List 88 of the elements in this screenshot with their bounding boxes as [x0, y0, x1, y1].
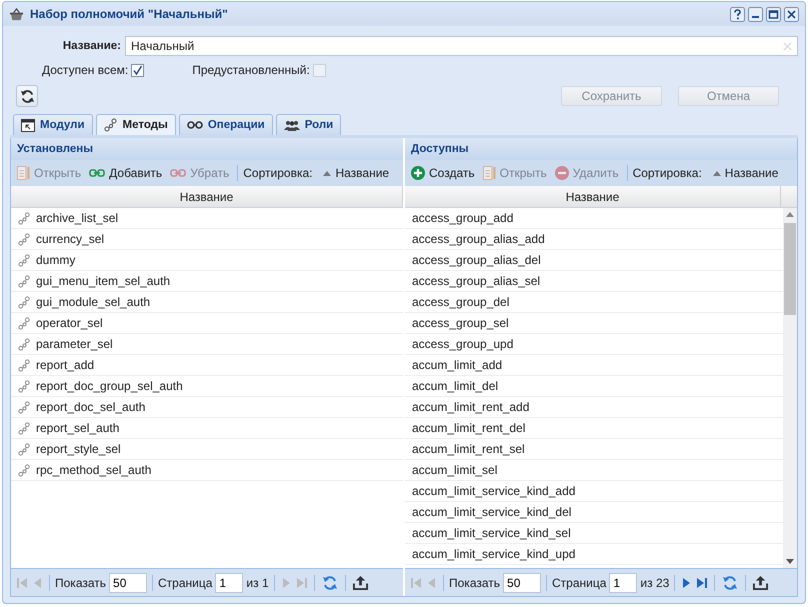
table-row[interactable]: access_group_sel [405, 313, 783, 334]
table-row[interactable]: accum_limit_add [405, 355, 783, 376]
table-row[interactable]: report_add [11, 355, 403, 376]
table-row[interactable]: accum_limit_sel [405, 460, 783, 481]
method-name: dummy [36, 253, 76, 267]
table-row[interactable]: access_group_upd [405, 334, 783, 355]
tab[interactable]: Операции [178, 114, 273, 135]
checkbox-label: Доступен всем: [42, 63, 128, 77]
table-row[interactable]: gui_module_sel_auth [11, 292, 403, 313]
table-row[interactable]: accum_limit_service_kind_sel [405, 523, 783, 544]
column-header[interactable]: Название [11, 186, 403, 207]
page-count: из 23 [640, 576, 670, 590]
table-row[interactable]: report_doc_group_sel_auth [11, 376, 403, 397]
table-row[interactable]: accum_limit_rent_sel [405, 439, 783, 460]
table-row[interactable]: report_sel_auth [11, 418, 403, 439]
method-name: access_group_alias_add [412, 232, 545, 246]
table-row[interactable]: report_doc_sel_auth [11, 397, 403, 418]
checkbox-label: Предустановленный: [192, 63, 310, 77]
method-name: currency_sel [36, 232, 104, 246]
table-row[interactable]: rpc_method_sel_auth [11, 460, 403, 481]
method-name: access_group_add [412, 211, 514, 225]
method-name: gui_menu_item_sel_auth [36, 274, 170, 288]
sort-label: Сортировка: [243, 166, 312, 180]
method-name: accum_limit_sel [412, 463, 498, 477]
method-name: access_group_sel [412, 316, 509, 330]
table-row[interactable]: currency_sel [11, 229, 403, 250]
table-row[interactable]: dummy [11, 250, 403, 271]
method-name: accum_limit_rent_del [412, 421, 526, 435]
method-name: report_add [36, 358, 94, 372]
method-name: rpc_method_sel_auth [36, 463, 152, 477]
page-number-field[interactable]: 1 [215, 572, 244, 592]
panel-title: Установлены [17, 143, 94, 155]
method-name: report_style_sel [36, 442, 121, 456]
table-row[interactable]: archive_list_sel [11, 208, 403, 229]
table-row[interactable]: access_group_del [405, 292, 783, 313]
sort-label: Сортировка: [632, 166, 702, 180]
table-row[interactable]: access_group_alias_add [405, 229, 783, 250]
name-label: Название: [62, 40, 121, 52]
toolbar-button[interactable]: Добавить [86, 164, 166, 182]
method-name: gui_module_sel_auth [36, 295, 150, 309]
table-row[interactable]: access_group_alias_sel [405, 271, 783, 292]
page-size-field[interactable]: 50 [109, 572, 148, 592]
method-name: operator_sel [36, 316, 103, 330]
table-row[interactable]: accum_limit_service_kind_del [405, 502, 783, 523]
table-row[interactable]: accum_limit_service_kind_add [405, 481, 783, 502]
method-name: access_group_upd [412, 337, 514, 351]
table-row[interactable]: operator_sel [11, 313, 403, 334]
window-title: Набор полномочий "Начальный" [30, 7, 228, 21]
tab[interactable]: Модули [13, 114, 93, 135]
method-name: report_sel_auth [36, 421, 120, 435]
method-name: accum_limit_service_kind_sel [412, 526, 571, 540]
page-size-label: Показать [449, 576, 500, 590]
method-name: accum_limit_rent_add [412, 400, 530, 414]
table-row[interactable]: access_group_alias_del [405, 250, 783, 271]
table-row[interactable]: access_group_add [405, 208, 783, 229]
sort-button[interactable]: Название [710, 164, 782, 182]
page-number-field[interactable]: 1 [609, 572, 638, 592]
table-row[interactable]: accum_limit_rent_del [405, 418, 783, 439]
method-name: access_group_del [412, 295, 510, 309]
tab[interactable]: Методы [96, 114, 176, 135]
toolbar-button[interactable]: Создать [408, 164, 478, 182]
table-row[interactable]: report_style_sel [11, 439, 403, 460]
method-name: archive_list_sel [36, 211, 118, 225]
method-name: report_doc_sel_auth [36, 400, 146, 414]
method-name: report_doc_group_sel_auth [36, 379, 183, 393]
method-name: accum_limit_rent_sel [412, 442, 525, 456]
page-size-field[interactable]: 50 [503, 572, 542, 592]
page-size-label: Показать [55, 576, 106, 590]
method-name: accum_limit_service_kind_add [412, 484, 576, 498]
table-row[interactable]: gui_menu_item_sel_auth [11, 271, 403, 292]
table-row[interactable]: accum_limit_service_kind_upd [405, 544, 783, 565]
page-count: из 1 [246, 576, 269, 590]
method-name: parameter_sel [36, 337, 113, 351]
page-label: Страница [158, 576, 212, 590]
sort-button[interactable]: Название [320, 164, 392, 182]
table-row[interactable]: parameter_sel [11, 334, 403, 355]
table-row[interactable]: accum_limit_del [405, 376, 783, 397]
page-label: Страница [552, 576, 606, 590]
method-name: access_group_alias_del [412, 253, 541, 267]
method-name: accum_limit_add [412, 358, 502, 372]
method-name: accum_limit_service_kind_del [412, 505, 572, 519]
panel-title: Доступны [411, 143, 469, 155]
method-name: access_group_alias_sel [412, 274, 540, 288]
method-name: accum_limit_service_kind_upd [412, 547, 576, 561]
table-row[interactable]: accum_limit_rent_add [405, 397, 783, 418]
name-field[interactable]: Начальный [125, 36, 798, 56]
tab[interactable]: Роли [276, 114, 342, 135]
method-name: accum_limit_del [412, 379, 498, 393]
